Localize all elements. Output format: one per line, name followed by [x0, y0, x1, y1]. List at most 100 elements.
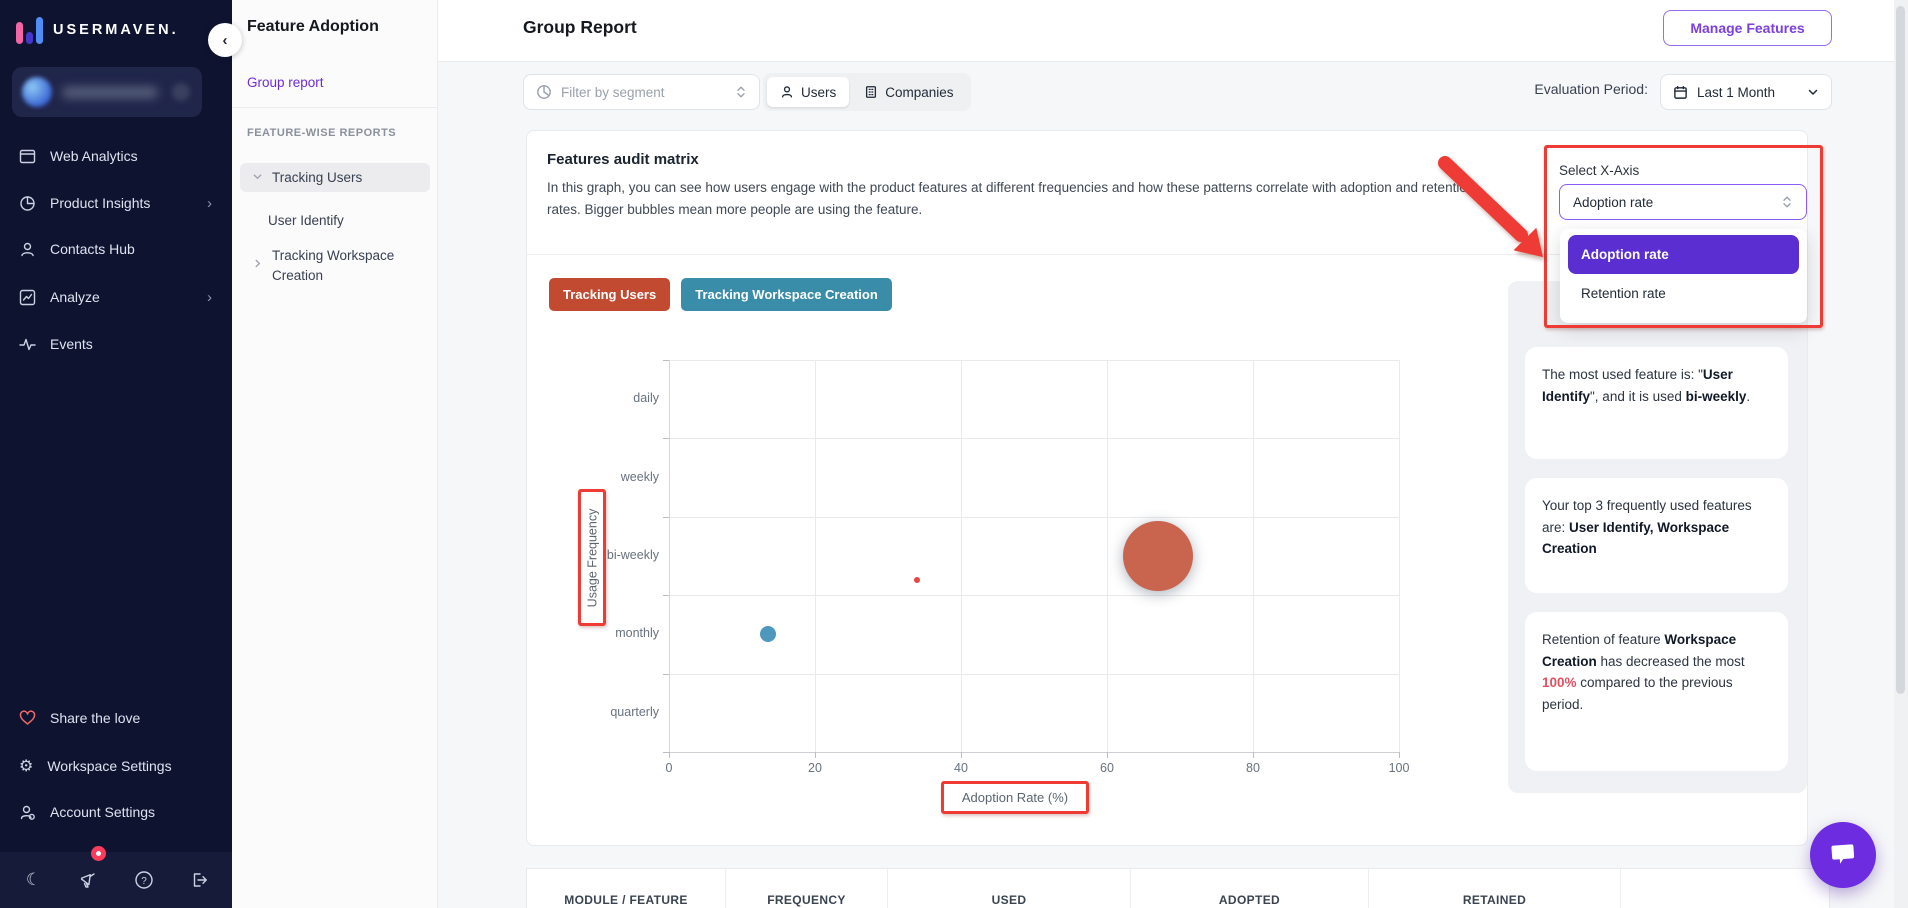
insight-retention-decrease: Retention of feature Workspace Creation … [1525, 612, 1788, 771]
column-header-frequency: FREQUENCY [725, 869, 887, 908]
toggle-companies[interactable]: Companies [851, 77, 966, 107]
sidebar-item-workspace-settings[interactable]: ⚙ Workspace Settings [0, 747, 232, 785]
y-axis-tick [663, 438, 669, 439]
app-name: USERMAVEN. [53, 22, 179, 38]
x-axis-selected-value: Adoption rate [1573, 195, 1653, 210]
sidebar-item-product-insights[interactable]: Product Insights › [0, 184, 232, 222]
chevron-down-icon [252, 171, 263, 185]
help-icon[interactable]: ? [127, 863, 161, 897]
chart-legend: Tracking Users Tracking Workspace Creati… [549, 278, 892, 311]
x-axis-label: Adoption Rate (%) [962, 790, 1068, 805]
legend-tracking-users[interactable]: Tracking Users [549, 278, 670, 311]
sidebar-item-tracking-users[interactable]: Tracking Users [240, 163, 430, 192]
chevron-right-icon [252, 258, 263, 272]
gridline-horizontal [669, 674, 1399, 675]
users-companies-toggle: Users Companies [763, 73, 971, 111]
column-header-retained: RETAINED [1368, 869, 1620, 908]
browser-icon [19, 148, 36, 165]
gridline-vertical [961, 360, 962, 752]
building-icon [864, 85, 878, 99]
sidebar-utility-bar: ☾ ? [0, 852, 232, 908]
chat-bubble-icon [1828, 841, 1858, 869]
x-tick-label: 20 [793, 761, 837, 775]
sidebar-item-share-the-love[interactable]: Share the love [0, 699, 232, 737]
workspace-name-redacted [62, 87, 158, 98]
y-axis-tick [663, 517, 669, 518]
sidebar-item-web-analytics[interactable]: Web Analytics [0, 137, 232, 175]
megaphone-icon[interactable] [72, 863, 106, 897]
feature-wise-reports-heading: FEATURE-WISE REPORTS [247, 127, 396, 139]
sidebar-item-label: Events [50, 336, 93, 352]
chart-bubble[interactable] [1123, 521, 1193, 591]
sidebar-item-label: Contacts Hub [50, 241, 135, 257]
sidebar-item-label: Product Insights [50, 195, 150, 211]
sidebar-item-tracking-workspace-creation[interactable]: Tracking Workspace Creation [252, 246, 424, 286]
manage-features-button[interactable]: Manage Features [1663, 10, 1832, 46]
features-table: MODULE / FEATURE FREQUENCY USED ADOPTED … [526, 868, 1830, 908]
y-tick-label: weekly [577, 470, 659, 484]
y-axis-tick [663, 595, 669, 596]
calendar-icon [1673, 85, 1688, 100]
gridline-vertical [1399, 360, 1400, 752]
sidebar-item-label: Share the love [50, 710, 140, 726]
scrollbar-thumb[interactable] [1896, 6, 1905, 694]
menu-item-retention-rate[interactable]: Retention rate [1568, 274, 1799, 313]
sidebar-item-user-identify[interactable]: User Identify [268, 210, 344, 230]
workspace-selector[interactable] [12, 67, 202, 117]
x-axis-tick [1107, 752, 1108, 758]
x-axis-tick [669, 752, 670, 758]
bubble-chart-plot: dailyweeklybi-weeklymonthlyquarterly0204… [669, 360, 1399, 752]
toggle-users[interactable]: Users [767, 77, 849, 107]
sidebar-item-label: Workspace Settings [47, 758, 171, 774]
y-tick-label: quarterly [577, 705, 659, 719]
x-tick-label: 100 [1377, 761, 1421, 775]
segment-icon [536, 84, 552, 100]
gridline-horizontal [669, 595, 1399, 596]
menu-item-adoption-rate[interactable]: Adoption rate [1568, 235, 1799, 274]
moon-icon[interactable]: ☾ [17, 863, 51, 897]
sidebar-item-account-settings[interactable]: Account Settings [0, 793, 232, 831]
column-header-empty [1620, 869, 1829, 908]
gridline-horizontal [669, 360, 1399, 361]
toggle-companies-label: Companies [885, 85, 953, 100]
insight-most-used-feature: The most used feature is: "User Identify… [1525, 347, 1788, 459]
gridline-vertical [1107, 360, 1108, 752]
sidebar-item-label: Tracking Workspace Creation [272, 246, 424, 286]
y-tick-label: monthly [577, 626, 659, 640]
gear-icon: ⚙ [19, 756, 33, 776]
evaluation-period-select[interactable]: Last 1 Month [1660, 74, 1832, 110]
evaluation-period-label: Evaluation Period: [1450, 81, 1648, 97]
usermaven-logo: USERMAVEN. [16, 16, 179, 44]
group-report-link[interactable]: Group report [247, 75, 324, 90]
chart-bubble[interactable] [914, 577, 920, 583]
sidebar-item-analyze[interactable]: Analyze › [0, 278, 232, 316]
person-icon [19, 241, 36, 258]
svg-text:?: ? [141, 876, 147, 887]
updown-chevron-icon [735, 85, 747, 99]
x-axis-select[interactable]: Adoption rate [1559, 184, 1807, 220]
heart-icon [19, 710, 36, 726]
x-axis-dropdown-menu: Adoption rate Retention rate [1560, 229, 1807, 323]
page-title: Group Report [523, 17, 637, 38]
scrollbar-track [1894, 0, 1908, 908]
chevron-right-icon: › [207, 195, 212, 212]
sidebar-item-label: Web Analytics [50, 148, 138, 164]
divider [232, 107, 438, 108]
sidebar-item-events[interactable]: Events [0, 325, 232, 363]
pulse-icon [19, 336, 36, 353]
y-axis-label: Usage Frequency [585, 508, 599, 607]
chat-widget-button[interactable] [1810, 822, 1876, 888]
x-axis-tick [1399, 752, 1400, 758]
legend-tracking-workspace-creation[interactable]: Tracking Workspace Creation [681, 278, 892, 311]
chart-bubble[interactable] [760, 626, 776, 642]
gridline-horizontal [669, 438, 1399, 439]
pie-chart-icon [19, 195, 36, 212]
segment-filter-select[interactable]: Filter by segment [523, 74, 760, 110]
sidebar-collapse-button[interactable]: ‹ [208, 23, 242, 57]
workspace-avatar [22, 77, 52, 107]
sidebar-item-contacts-hub[interactable]: Contacts Hub [0, 230, 232, 268]
notification-badge [91, 846, 106, 861]
sidebar-item-label: Analyze [50, 289, 100, 305]
x-tick-label: 40 [939, 761, 983, 775]
logout-icon[interactable] [182, 863, 216, 897]
